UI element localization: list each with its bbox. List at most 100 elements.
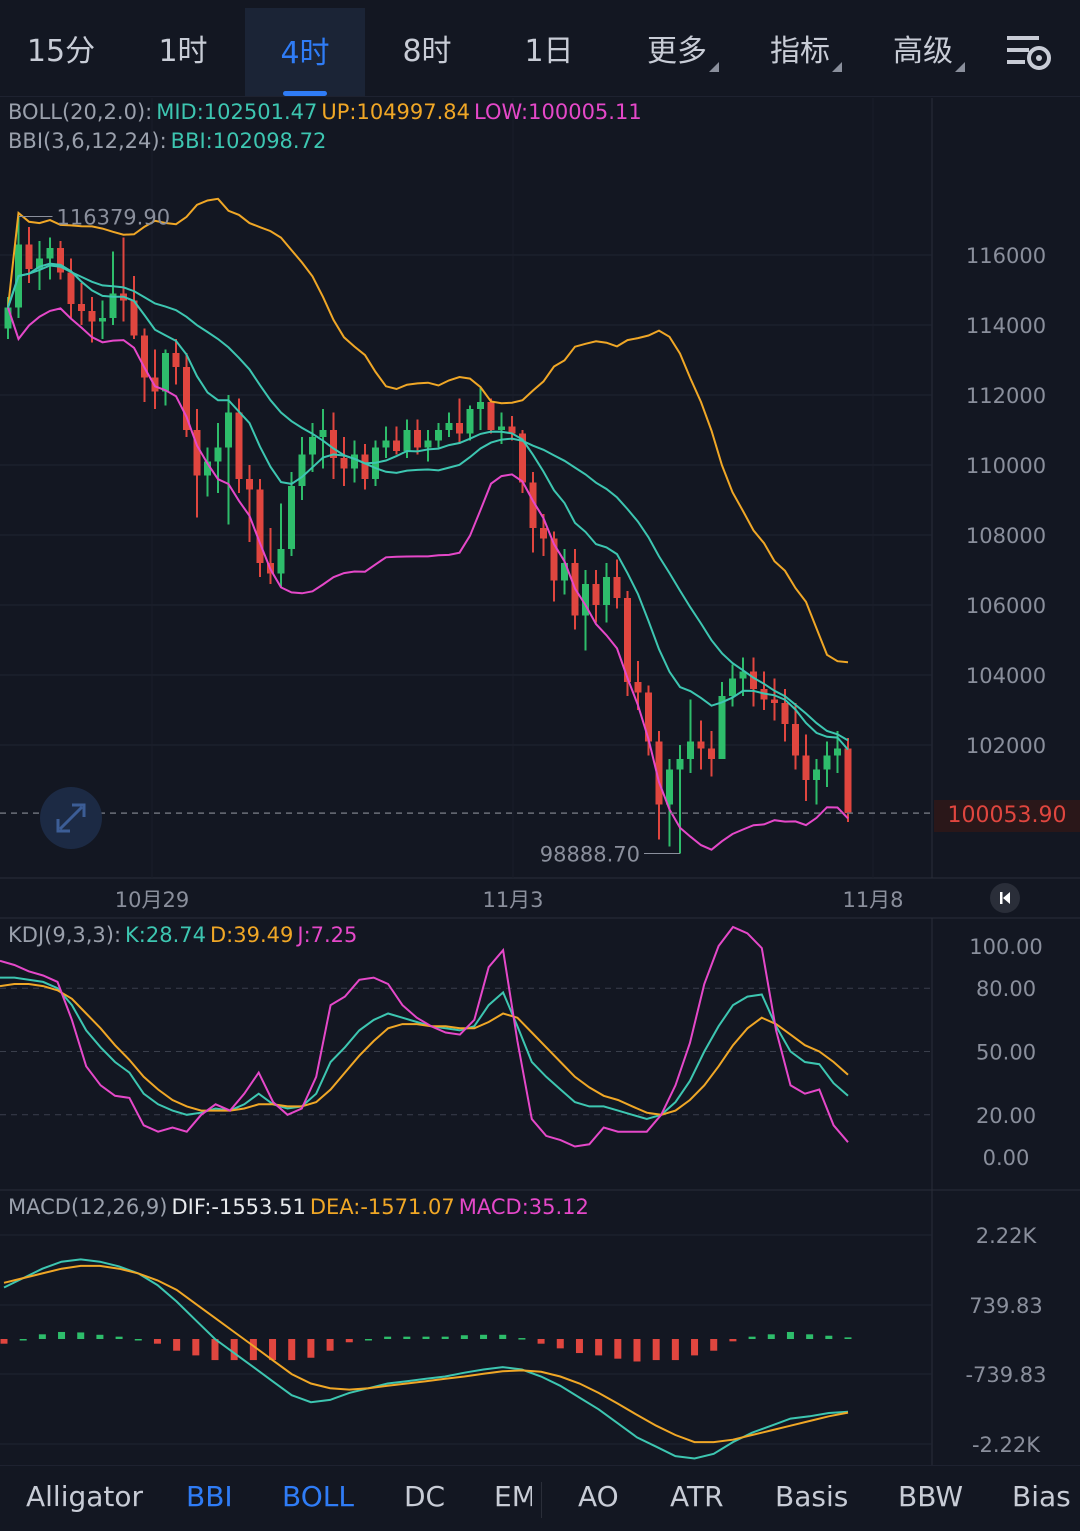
macd-histogram-bar [595, 1339, 603, 1356]
candle-body [676, 759, 684, 770]
macd-histogram-bar [671, 1339, 679, 1361]
candle-body [823, 755, 831, 770]
macd-histogram-bar [96, 1334, 104, 1339]
macd-legend: MACD(12,26,9) DIF:-1553.51 DEA:-1571.07 MAC… [8, 1195, 593, 1219]
candle-body [319, 430, 327, 437]
candle-body [540, 528, 547, 539]
macd-histogram-bar [326, 1339, 334, 1351]
candle-body [844, 748, 852, 814]
indicator-ao[interactable]: AO [578, 1480, 619, 1513]
candle-body [25, 244, 33, 269]
candle-body [78, 304, 85, 311]
candle-body [225, 412, 232, 448]
macd-histogram-bar [192, 1339, 200, 1356]
candle-body [477, 402, 484, 409]
indicator-divider [541, 1482, 542, 1518]
macd-histogram-bar [729, 1339, 737, 1342]
macd-histogram-bar [499, 1334, 507, 1339]
high-price-label: 116379.90 [57, 206, 171, 230]
boll-up: UP:104997.84 [321, 100, 471, 124]
macd-histogram-bar [691, 1339, 699, 1356]
macd-histogram-bar [384, 1336, 392, 1339]
candle-body [99, 318, 106, 322]
price-tick-label: 116000 [966, 244, 1046, 268]
macd-dif-line [3, 1258, 849, 1460]
macd-histogram-bar [403, 1336, 411, 1339]
indicator-bbi[interactable]: BBI [186, 1480, 233, 1513]
macd-histogram-bar [460, 1335, 468, 1339]
macd-histogram-bar [633, 1339, 641, 1362]
candle-body [456, 423, 463, 434]
expand-arrows-icon [56, 803, 86, 833]
boll-low: LOW:100005.11 [474, 100, 642, 124]
bbi-label: BBI(3,6,12,24): [8, 129, 167, 153]
indicator-bias[interactable]: Bias [1012, 1480, 1071, 1513]
candle-body [813, 769, 820, 780]
macd-histogram-bar [307, 1339, 315, 1358]
date-tick-label: 10月29 [115, 888, 189, 912]
candle-body [603, 577, 610, 605]
price-tick-label: 114000 [966, 314, 1046, 338]
candle-body [697, 741, 705, 749]
boll-mid: MID:102501.47 [156, 100, 318, 124]
indicator-bar: Alligator BBI BOLL DC EM AO ATR Basis BB… [0, 1465, 1080, 1531]
candle-body [393, 440, 400, 451]
macd-histogram-bar [537, 1339, 545, 1344]
macd-histogram-bar [652, 1339, 660, 1361]
indicator-boll[interactable]: BOLL [282, 1480, 354, 1513]
candle-body [435, 430, 442, 441]
indicator-bbw[interactable]: BBW [898, 1480, 963, 1513]
kdj-label: KDJ(9,3,3): [8, 923, 122, 947]
indicator-atr[interactable]: ATR [670, 1480, 724, 1513]
indicator-basis[interactable]: Basis [775, 1480, 848, 1513]
candle-body [424, 440, 432, 448]
indicator-em[interactable]: EM [494, 1480, 532, 1513]
scroll-to-latest-button[interactable] [990, 883, 1020, 913]
expand-button[interactable] [40, 787, 102, 849]
macd-label: MACD(12,26,9) [8, 1195, 168, 1219]
macd-histogram-bar [767, 1334, 775, 1339]
macd-histogram-bar [115, 1336, 123, 1339]
macd-histogram-bar [748, 1336, 756, 1339]
kdj-tick-label: 80.00 [976, 977, 1036, 1001]
macd-histogram-bar [0, 1339, 8, 1344]
indicator-alligator[interactable]: Alligator [26, 1480, 143, 1513]
candle-body [466, 409, 474, 434]
candle-body [183, 367, 190, 430]
candle-body [687, 741, 694, 759]
kdj-j: J:7.25 [297, 923, 358, 947]
kdj-tick-label: 0.00 [983, 1146, 1030, 1170]
candle-body [708, 748, 715, 759]
macd-tick-label: -2.22K [972, 1433, 1041, 1457]
low-price-label: 98888.70 [540, 843, 640, 867]
macd-value: MACD:35.12 [458, 1195, 589, 1219]
macd-histogram-bar [518, 1338, 526, 1340]
macd-histogram-bar [19, 1339, 27, 1341]
macd-histogram-bar [422, 1336, 430, 1339]
candle-body [67, 272, 75, 304]
candle-body [46, 248, 54, 259]
macd-tick-label: 2.22K [976, 1224, 1038, 1248]
last-price-tag: 100053.90 [934, 800, 1080, 832]
macd-histogram-bar [134, 1339, 142, 1341]
chart-canvas[interactable]: 116000 114000 112000 110000 108000 106000 1040… [0, 0, 1080, 1465]
indicator-dc[interactable]: DC [404, 1480, 445, 1513]
macd-histogram-bar [345, 1339, 353, 1343]
candle-body [792, 724, 799, 756]
macd-histogram-bar [441, 1336, 449, 1339]
scroll-to-latest-icon [1000, 892, 1010, 904]
price-tick-label: 102000 [966, 734, 1046, 758]
macd-histogram-bar [825, 1335, 833, 1339]
candle-body [288, 486, 295, 549]
candle-body [445, 423, 453, 430]
boll-label: BOLL(20,2.0): [8, 100, 153, 124]
macd-histogram-bar [249, 1339, 257, 1361]
macd-histogram-bar [288, 1339, 296, 1361]
macd-tick-label: 739.83 [969, 1294, 1042, 1318]
candle-body [214, 447, 222, 462]
date-tick-label: 11月8 [842, 888, 903, 912]
macd-dea-line [3, 1264, 849, 1444]
macd-dea: DEA:-1571.07 [309, 1195, 455, 1219]
kdj-tick-label: 100.00 [969, 935, 1042, 959]
date-tick-label: 11月3 [482, 888, 543, 912]
